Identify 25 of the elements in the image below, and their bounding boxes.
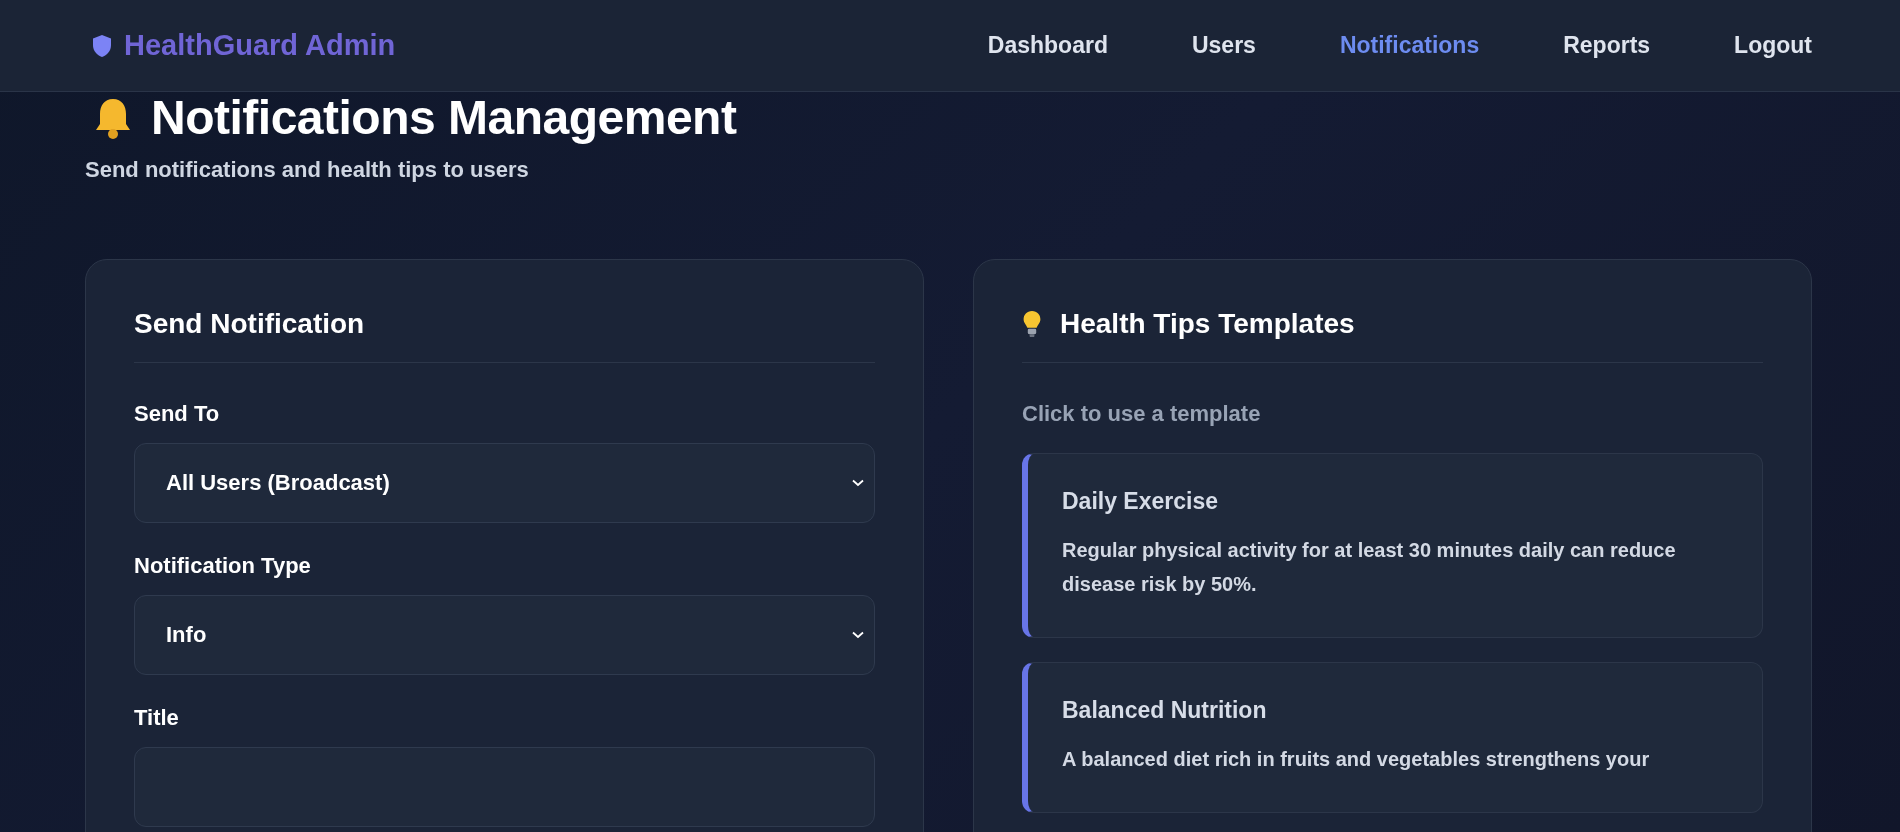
nav-link[interactable]: Logout [1734,32,1812,59]
dropdown[interactable]: All Users (Broadcast) [134,443,875,523]
nav-link[interactable]: Users [1191,32,1256,59]
field-label: Send To [134,401,221,427]
nav-link[interactable]: Notifications [1339,32,1480,59]
field-label: Title [134,705,180,731]
card-title: Send Notification [134,308,366,340]
template-card[interactable]: Daily Exercise Regular physical activity for at least 30 minutes daily can reduce disease risk by 50%. [1022,453,1763,638]
page-subtitle: Send notifications and health tips to users [85,157,530,183]
template-text: Regular physical activity for at least 30 minutes daily can reduce disease risk by 50%. [1062,538,1677,597]
card-title: Health Tips Templates [1060,308,1355,340]
chevron-icon [852,479,864,487]
template-text: A balanced diet rich in fruits and vegetables strengthens your [1062,747,1651,772]
lightbulb-icon [1022,310,1042,338]
template-title: Balanced Nutrition [1062,697,1268,724]
nav-link[interactable]: Reports [1563,32,1651,59]
template-title: Daily Exercise [1062,488,1219,515]
field-label: Notification Type [134,553,312,579]
template-card[interactable]: Balanced Nutrition A balanced diet rich in fruits and vegetables strengthens your [1022,662,1763,813]
dropdown[interactable]: Info [134,595,875,675]
shield-icon [92,33,112,58]
template-hint: Click to use a template [1022,401,1262,427]
chevron-icon [852,631,864,639]
nav-link[interactable]: Dashboard [987,32,1108,59]
page-title: Notifications Management [151,90,737,145]
